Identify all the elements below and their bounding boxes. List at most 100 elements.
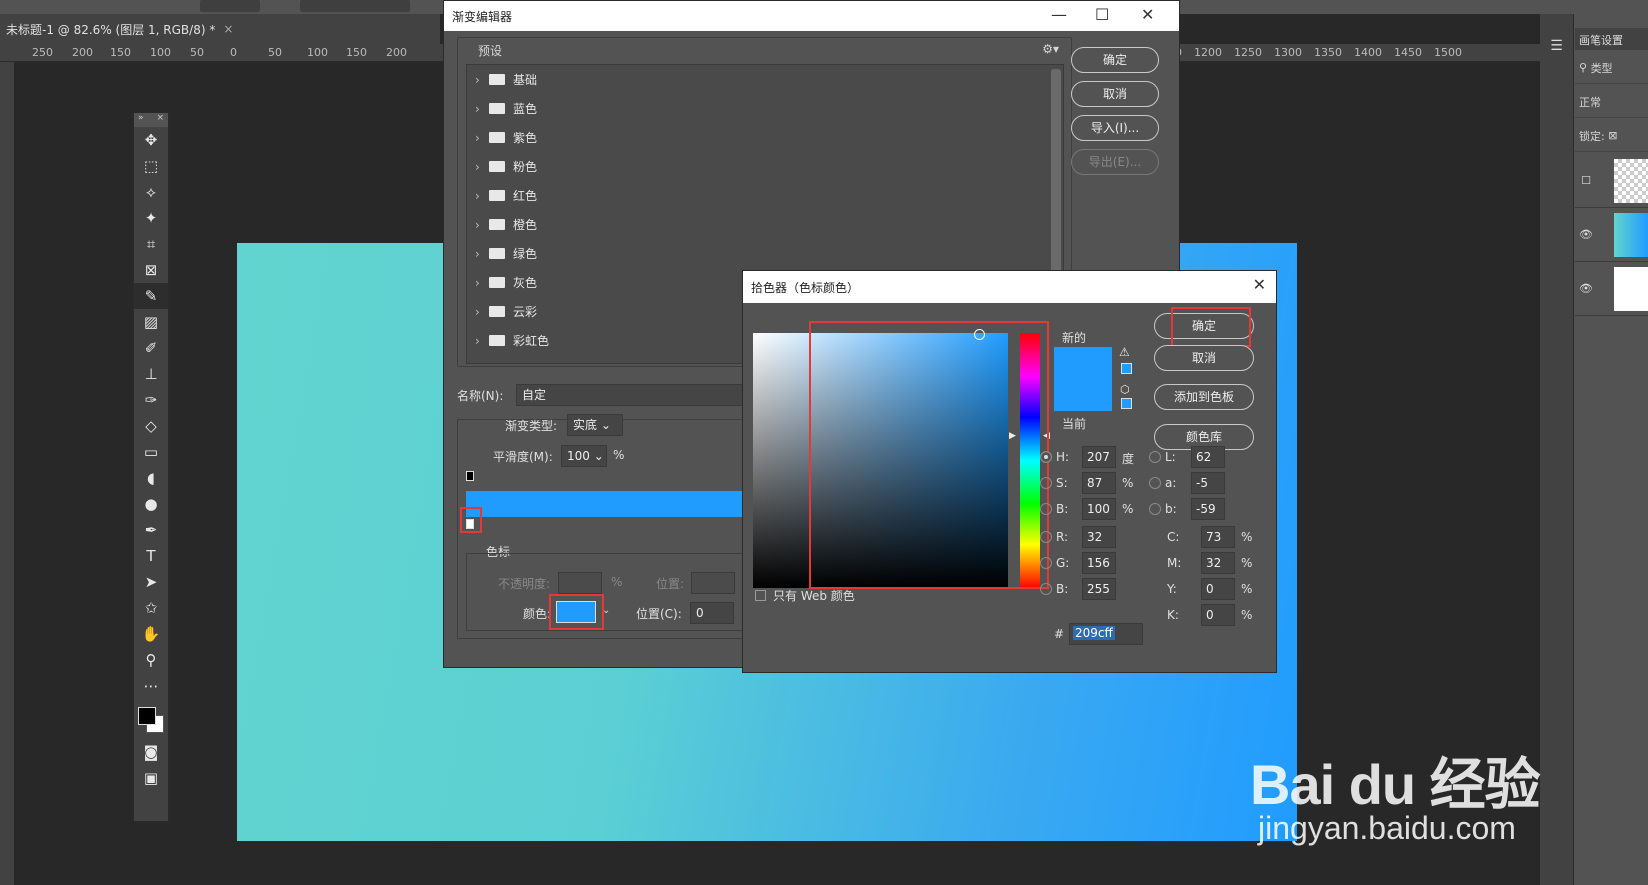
color-mode-radio[interactable] (1040, 477, 1052, 489)
channel-input[interactable]: 0 (1201, 604, 1235, 626)
channel-input[interactable]: 207 (1082, 446, 1116, 468)
screen-mode-icon[interactable]: ▣ (134, 765, 168, 791)
current-color-swatch[interactable] (1054, 379, 1112, 411)
channel-input[interactable]: 156 (1082, 552, 1116, 574)
opacity-stop[interactable] (466, 471, 474, 481)
preset-folder[interactable]: › 绿色 (467, 239, 1063, 268)
brush-tool-icon[interactable]: ✐ (134, 335, 168, 361)
chevron-right-icon[interactable]: › (475, 160, 489, 174)
gamut-warning-icon[interactable]: ⚠ (1119, 345, 1130, 359)
chevron-right-icon[interactable]: › (475, 189, 489, 203)
channel-input[interactable]: 32 (1201, 552, 1235, 574)
healing-tool-icon[interactable]: ▨ (134, 309, 168, 335)
layer-row[interactable]: ☐ (1575, 154, 1648, 208)
gradient-bar[interactable] (466, 491, 758, 517)
preset-folder[interactable]: › 紫色 (467, 123, 1063, 152)
chevron-right-icon[interactable]: › (475, 131, 489, 145)
gamut-swatch[interactable] (1121, 363, 1132, 374)
marquee-tool-icon[interactable]: ⬚ (134, 153, 168, 179)
channel-input[interactable]: -59 (1191, 498, 1225, 520)
eyedropper-tool-icon[interactable]: ✎ (134, 283, 168, 309)
color-mode-radio[interactable] (1040, 531, 1052, 543)
opacity-input[interactable] (558, 572, 602, 594)
color-mode-radio[interactable] (1040, 503, 1052, 515)
chevron-right-icon[interactable]: › (475, 102, 489, 116)
lock-pixels-icon[interactable]: ⊠ (1605, 129, 1617, 142)
color-mode-radio[interactable] (1149, 503, 1161, 515)
history-brush-icon[interactable]: ✑ (134, 387, 168, 413)
eraser-tool-icon[interactable]: ◇ (134, 413, 168, 439)
lasso-tool-icon[interactable]: ⟡ (134, 179, 168, 205)
smoothness-input[interactable]: 100 ⌄ (561, 445, 607, 467)
close-icon[interactable]: ✕ (1141, 5, 1154, 24)
channel-input[interactable]: 255 (1082, 578, 1116, 600)
maximize-icon[interactable]: ☐ (1095, 5, 1109, 24)
web-safe-cube-icon[interactable]: ⬡ (1120, 383, 1130, 396)
import-button[interactable]: 导入(I)... (1071, 115, 1159, 141)
panel-toggle-icon[interactable]: ☰ (1547, 38, 1567, 58)
layer-row[interactable]: 👁 (1575, 262, 1648, 316)
ok-button[interactable]: 确定 (1071, 47, 1159, 73)
cancel-button[interactable]: 取消 (1071, 81, 1159, 107)
chevron-right-icon[interactable]: › (475, 276, 489, 290)
gradient-type-select[interactable]: 实底 ⌄ (567, 414, 623, 436)
stamp-tool-icon[interactable]: ⊥ (134, 361, 168, 387)
preset-folder[interactable]: › 粉色 (467, 152, 1063, 181)
close-icon[interactable]: × (156, 113, 164, 127)
document-tab[interactable]: 未标题-1 @ 82.6% (图层 1, RGB/8) * × (0, 14, 440, 44)
panel-title[interactable]: 画笔设置 (1575, 28, 1648, 50)
dialog-titlebar[interactable]: 拾色器（色标颜色） ✕ (743, 271, 1276, 303)
move-tool-icon[interactable]: ✥ (134, 127, 168, 153)
web-only-checkbox[interactable] (755, 590, 766, 601)
color-mode-radio[interactable] (1149, 477, 1161, 489)
magic-wand-tool-icon[interactable]: ✦ (134, 205, 168, 231)
channel-input[interactable]: -5 (1191, 472, 1225, 494)
shape-tool-icon[interactable]: ✩ (134, 595, 168, 621)
eye-icon[interactable]: 👁 (1575, 282, 1597, 295)
channel-input[interactable]: 32 (1082, 526, 1116, 548)
channel-input[interactable]: 0 (1201, 578, 1235, 600)
export-button[interactable]: 导出(E)... (1071, 149, 1159, 175)
quick-mask-icon[interactable]: ◙ (134, 739, 168, 765)
frame-tool-icon[interactable]: ⊠ (134, 257, 168, 283)
dialog-titlebar[interactable]: 渐变编辑器 — ☐ ✕ (444, 1, 1179, 31)
layer-row[interactable]: 👁 (1575, 208, 1648, 262)
preset-folder[interactable]: › 基础 (467, 65, 1063, 94)
pen-tool-icon[interactable]: ✒ (134, 517, 168, 543)
option-field[interactable] (200, 0, 260, 12)
gear-icon[interactable]: ⚙▾ (1042, 42, 1059, 56)
cancel-button[interactable]: 取消 (1154, 345, 1254, 371)
close-icon[interactable]: ✕ (1253, 275, 1266, 294)
channel-input[interactable]: 87 (1082, 472, 1116, 494)
hex-input[interactable]: 209cff (1069, 623, 1143, 645)
chevron-right-icon[interactable]: › (475, 334, 489, 348)
type-tool-icon[interactable]: T (134, 543, 168, 569)
channel-input[interactable]: 73 (1201, 526, 1235, 548)
preset-folder[interactable]: › 蓝色 (467, 94, 1063, 123)
preset-folder[interactable]: › 橙色 (467, 210, 1063, 239)
opacity-position-input[interactable] (691, 572, 735, 594)
channel-input[interactable]: 62 (1191, 446, 1225, 468)
close-tab-icon[interactable]: × (223, 22, 233, 36)
layer-filter[interactable]: ⚲ 类型 (1575, 52, 1648, 84)
minimize-icon[interactable]: — (1051, 5, 1067, 24)
eye-icon[interactable]: 👁 (1575, 228, 1597, 241)
visibility-checkbox[interactable]: ☐ (1575, 174, 1597, 187)
color-mode-radio[interactable] (1040, 557, 1052, 569)
foreground-color[interactable] (138, 707, 156, 725)
preset-folder[interactable]: › 红色 (467, 181, 1063, 210)
more-tools-icon[interactable]: ⋯ (134, 673, 168, 699)
color-swatches[interactable] (134, 699, 168, 739)
color-mode-radio[interactable] (1040, 583, 1052, 595)
option-field[interactable] (300, 0, 410, 12)
tools-panel-header[interactable]: » × (134, 113, 168, 127)
web-safe-swatch[interactable] (1121, 398, 1132, 409)
gradient-tool-icon[interactable]: ▭ (134, 439, 168, 465)
collapse-icon[interactable]: » (138, 113, 144, 127)
blur-tool-icon[interactable]: ◖ (134, 465, 168, 491)
chevron-right-icon[interactable]: › (475, 218, 489, 232)
chevron-right-icon[interactable]: › (475, 247, 489, 261)
path-select-tool-icon[interactable]: ➤ (134, 569, 168, 595)
zoom-tool-icon[interactable]: ⚲ (134, 647, 168, 673)
hand-tool-icon[interactable]: ✋ (134, 621, 168, 647)
